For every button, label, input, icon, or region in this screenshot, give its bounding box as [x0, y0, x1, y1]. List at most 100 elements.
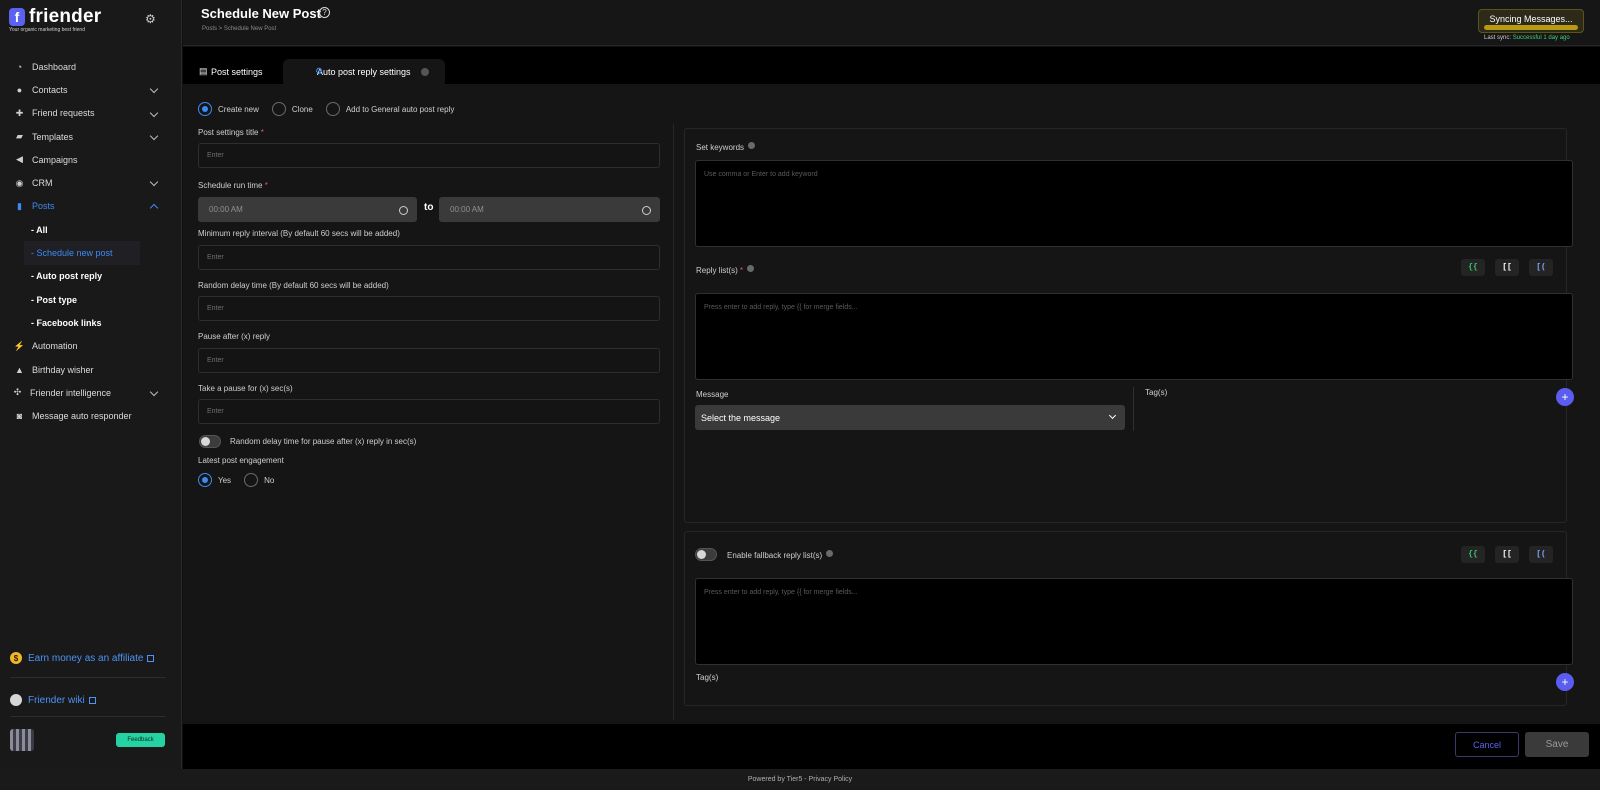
radio-label: Add to General auto post reply: [345, 104, 455, 114]
tab-status-icon[interactable]: [421, 68, 429, 76]
avatar[interactable]: [10, 729, 34, 751]
app-root: f friender Your organic marketing best f…: [0, 0, 1600, 790]
affiliate-label: Earn money as an affiliate: [28, 652, 144, 664]
min-reply-interval-label: Minimum reply interval (By default 60 se…: [198, 229, 400, 238]
spintax-chip[interactable]: [[: [1495, 546, 1519, 563]
radio-clone[interactable]: Clone: [271, 102, 313, 116]
help-icon[interactable]: ?: [319, 7, 330, 18]
sidebar-item-contacts[interactable]: ● Contacts: [0, 78, 182, 101]
radio-label: Yes: [218, 475, 232, 485]
logo-text: friender: [29, 6, 102, 27]
random-delay-pause-label: Random delay time for pause after (x) re…: [230, 437, 417, 446]
info-icon[interactable]: [826, 550, 834, 557]
sidebar-item-posts[interactable]: ▮ Posts: [0, 195, 182, 218]
fallback-reply-input[interactable]: Press enter to add reply, type {{ for me…: [695, 578, 1573, 665]
clock-icon[interactable]: [399, 206, 408, 215]
chevron-up-icon: [149, 203, 159, 213]
take-pause-label: Take a pause for (x) sec(s): [198, 384, 293, 393]
sidebar-item-label: Contacts: [32, 84, 68, 95]
fallback-toggle[interactable]: [695, 548, 717, 561]
add-tag-button[interactable]: +: [1556, 388, 1574, 406]
crm-icon: ◉: [15, 177, 24, 188]
powered-by-footer[interactable]: Powered by Tier5 - Privacy Policy: [0, 769, 1600, 790]
main-content: Create new Clone Add to General auto pos…: [183, 84, 1600, 724]
dashboard-icon: ◔: [16, 61, 23, 72]
bracket-chip[interactable]: [(: [1529, 546, 1553, 563]
external-link-icon: [88, 696, 96, 704]
sidebar-item-label: CRM: [32, 178, 53, 189]
sidebar-item-crm[interactable]: ◉ CRM: [0, 171, 182, 194]
label-text: Post settings title: [198, 128, 259, 137]
radio-button[interactable]: [198, 473, 212, 487]
radio-no[interactable]: No: [244, 473, 274, 487]
sidebar-subitem-schedule-new-post[interactable]: - Schedule new post: [24, 241, 140, 265]
clock-icon[interactable]: [642, 206, 651, 215]
sidebar-subitem-facebook-links[interactable]: - Facebook links: [0, 311, 182, 334]
message-label: Message: [696, 390, 729, 399]
take-pause-input[interactable]: Enter: [198, 399, 660, 424]
sidebar-item-birthday-wisher[interactable]: ▲ Birthday wisher: [0, 358, 182, 381]
random-delay-input[interactable]: Enter: [198, 296, 660, 321]
gear-icon: ⚙: [315, 66, 324, 76]
merge-field-chip[interactable]: {{: [1461, 546, 1485, 563]
reply-list-input[interactable]: Press enter to add reply, type {{ for me…: [695, 293, 1573, 380]
radio-create-new[interactable]: Create new: [198, 102, 259, 116]
radio-button[interactable]: [325, 102, 340, 116]
intelligence-icon: ✣: [13, 387, 22, 398]
robot-icon: ◙: [16, 411, 23, 422]
min-reply-interval-input[interactable]: Enter: [198, 245, 660, 270]
label-text: Enable fallback reply list(s): [727, 551, 823, 560]
sidebar-subitem-post-type[interactable]: - Post type: [0, 288, 182, 311]
info-icon[interactable]: [748, 142, 756, 149]
select-value: Select the message: [701, 412, 781, 423]
radio-button[interactable]: [271, 102, 286, 116]
feedback-button[interactable]: Feedback: [116, 733, 165, 747]
sidebar-item-campaigns[interactable]: ◀ Campaigns: [0, 148, 182, 171]
cancel-button[interactable]: Cancel: [1455, 732, 1519, 757]
sidebar-item-friend-requests[interactable]: ✚ Friend requests: [0, 102, 182, 125]
keywords-reply-panel: Set keywords Use comma or Enter to add k…: [684, 128, 1574, 523]
sidebar-subitem-auto-post-reply[interactable]: - Auto post reply: [0, 265, 182, 288]
start-time-input[interactable]: 00:00 AM: [198, 197, 417, 222]
globe-icon: [10, 694, 22, 706]
post-settings-title-input[interactable]: Enter: [198, 143, 660, 168]
sidebar-item-message-auto-responder[interactable]: ◙ Message auto responder: [0, 404, 182, 427]
post-settings-title-label: Post settings title *: [198, 128, 264, 137]
tab-label: Auto post reply settings: [317, 66, 411, 77]
keywords-input[interactable]: Use comma or Enter to add keyword: [695, 160, 1573, 247]
tabs-bar: ▤ Post settings ⚙ Auto post reply settin…: [183, 47, 1600, 84]
radio-button[interactable]: [198, 102, 212, 116]
radio-yes[interactable]: Yes: [198, 473, 231, 487]
page-title: Schedule New Post: [201, 6, 321, 21]
required-mark: *: [740, 266, 744, 275]
sidebar-subitem-all[interactable]: - All: [0, 218, 182, 241]
tab-post-settings[interactable]: ▤ Post settings: [193, 59, 285, 84]
fallback-tags-label: Tag(s): [696, 673, 719, 682]
sidebar-divider: [10, 677, 166, 678]
radio-label: No: [264, 475, 275, 485]
sidebar-item-templates[interactable]: ▰ Templates: [0, 125, 182, 148]
settings-gear-icon[interactable]: ⚙: [145, 13, 157, 25]
add-fallback-tag-button[interactable]: +: [1556, 673, 1574, 691]
sidebar-item-friender-intelligence[interactable]: ✣ Friender intelligence: [0, 381, 182, 404]
tab-auto-post-reply-settings[interactable]: ⚙ Auto post reply settings: [283, 59, 445, 84]
radio-button[interactable]: [244, 473, 259, 487]
random-delay-pause-toggle[interactable]: [199, 435, 221, 448]
required-mark: *: [260, 128, 264, 137]
merge-field-chip[interactable]: {{: [1461, 259, 1485, 276]
spintax-chip[interactable]: [[: [1495, 259, 1519, 276]
last-sync-status: Last sync: Successful 1 day ago: [1484, 35, 1570, 41]
sidebar-item-automation[interactable]: ⚡ Automation: [0, 335, 182, 358]
affiliate-link[interactable]: $ Earn money as an affiliate: [10, 652, 155, 664]
wiki-link[interactable]: Friender wiki: [10, 694, 96, 706]
logo[interactable]: f friender: [9, 6, 101, 28]
save-button[interactable]: Save: [1525, 732, 1589, 757]
sync-messages-button[interactable]: Syncing Messages...: [1478, 9, 1584, 33]
pause-after-input[interactable]: Enter: [198, 348, 660, 373]
info-icon[interactable]: [747, 265, 755, 272]
radio-add-general[interactable]: Add to General auto post reply: [325, 102, 455, 116]
bracket-chip[interactable]: [(: [1529, 259, 1553, 276]
end-time-input[interactable]: 00:00 AM: [439, 197, 660, 222]
sidebar-item-dashboard[interactable]: ◔ Dashboard: [0, 55, 182, 78]
message-select[interactable]: Select the message: [695, 405, 1125, 430]
